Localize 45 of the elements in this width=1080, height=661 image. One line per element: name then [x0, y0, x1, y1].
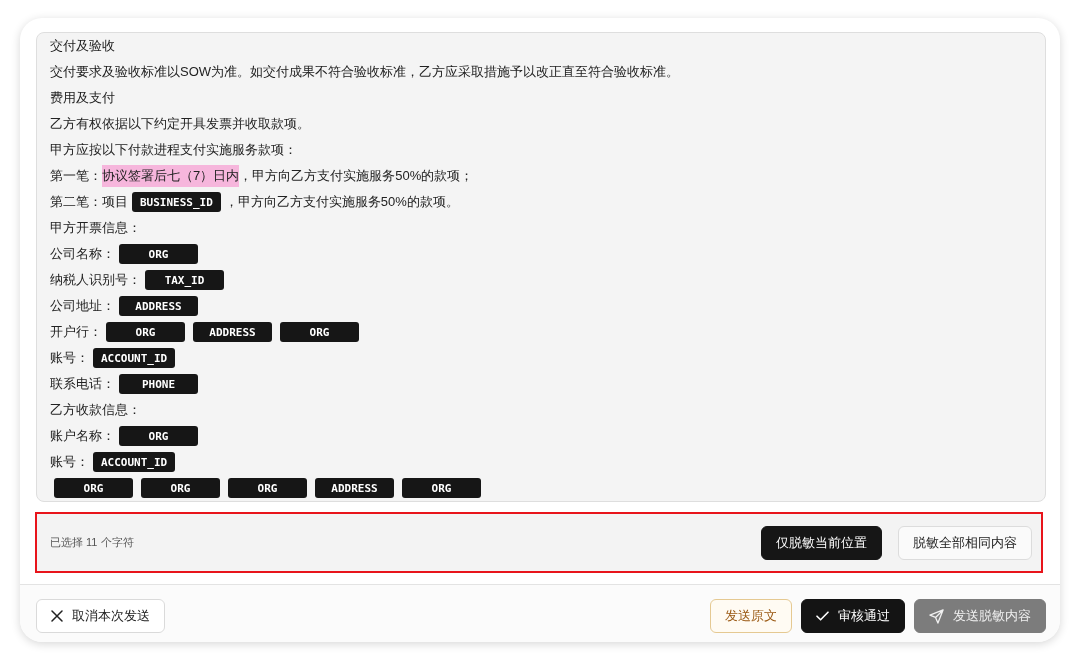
- entity-tag: ORG: [119, 244, 198, 264]
- doc-text: 甲方应按以下付款进程支付实施服务款项：: [50, 141, 297, 159]
- entity-tag: ORG: [141, 478, 220, 498]
- paper-plane-icon: [929, 608, 944, 624]
- doc-text: 账号：: [50, 349, 89, 367]
- doc-text: 纳税人识别号：: [50, 271, 141, 289]
- doc-text: 第一笔：: [50, 167, 102, 185]
- doc-text: 第二笔：项目: [50, 193, 128, 211]
- doc-text: 开户行：: [50, 323, 102, 341]
- cancel-send-button[interactable]: 取消本次发送: [36, 599, 165, 633]
- doc-text: 交付及验收: [50, 37, 115, 55]
- doc-text: 账号：: [50, 453, 89, 471]
- check-icon: [816, 611, 829, 621]
- doc-text: 账户名称：: [50, 427, 115, 445]
- doc-text: 费用及支付: [50, 89, 115, 107]
- close-icon: [51, 610, 63, 622]
- approve-button[interactable]: 审核通过: [801, 599, 905, 633]
- doc-text: 公司地址：: [50, 297, 115, 315]
- entity-tag: PHONE: [119, 374, 198, 394]
- entity-tag: ORG: [106, 322, 185, 342]
- entity-tag: ORG: [280, 322, 359, 342]
- doc-text: 乙方收款信息：: [50, 401, 141, 419]
- entity-tag: TAX_ID: [145, 270, 224, 290]
- entity-tag: ADDRESS: [193, 322, 272, 342]
- mask-all-button[interactable]: 脱敏全部相同内容: [898, 525, 1032, 560]
- doc-text: 联系电话：: [50, 375, 115, 393]
- doc-text: ，甲方向乙方支付实施服务50%的款项。: [224, 193, 459, 211]
- entity-tag: ORG: [402, 478, 481, 498]
- send-original-button[interactable]: 发送原文: [710, 599, 792, 633]
- entity-tag: ORG: [54, 478, 133, 498]
- entity-tag: ORG: [228, 478, 307, 498]
- doc-text: 甲方开票信息：: [50, 219, 141, 237]
- doc-text: 公司名称：: [50, 245, 115, 263]
- doc-text: 乙方有权依据以下约定开具发票并收取款项。: [50, 115, 310, 133]
- mask-current-button[interactable]: 仅脱敏当前位置: [761, 525, 882, 560]
- selection-status: 已选择 11 个字符: [50, 535, 134, 550]
- doc-text: ，甲方向乙方支付实施服务50%的款项；: [239, 167, 474, 185]
- doc-text: 交付要求及验收标准以SOW为准。如交付成果不符合验收标准，乙方应采取措施予以改正直至符合验收标准。: [50, 63, 680, 81]
- highlighted-text: 协议签署后七（7）日内: [102, 165, 240, 187]
- entity-tag: ACCOUNT_ID: [93, 348, 176, 368]
- entity-tag: ADDRESS: [119, 296, 198, 316]
- entity-tag: ADDRESS: [315, 478, 394, 498]
- entity-tag: BUSINESS_ID: [132, 192, 221, 212]
- entity-tag: ORG: [119, 426, 198, 446]
- entity-tag: ACCOUNT_ID: [93, 452, 176, 472]
